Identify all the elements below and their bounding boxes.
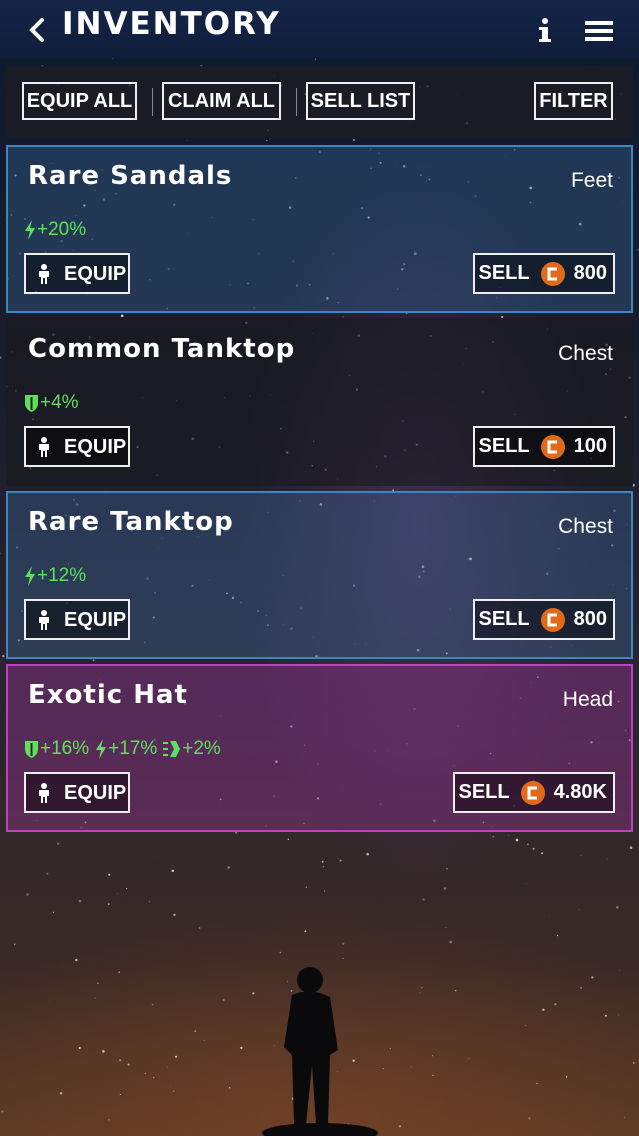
sell-price: 100 <box>573 435 607 457</box>
claim-all-button[interactable]: CLAIM ALL <box>162 82 281 120</box>
info-icon[interactable] <box>533 16 557 44</box>
person-icon <box>39 264 49 284</box>
energy-bolt-icon <box>96 739 107 759</box>
item-name: Rare Tanktop <box>28 507 234 537</box>
item-name: Rare Sandals <box>28 161 233 191</box>
app-header: INVENTORY <box>0 0 639 58</box>
sell-button[interactable]: SELL 800 <box>472 599 615 640</box>
coin-icon <box>540 261 565 286</box>
stat-armor: +4% <box>24 392 79 414</box>
shield-icon <box>25 740 38 758</box>
equip-all-button[interactable]: EQUIP ALL <box>22 82 137 120</box>
shield-icon <box>25 394 38 412</box>
coin-icon <box>520 780 545 805</box>
person-icon <box>39 437 49 457</box>
filter-button[interactable]: FILTER <box>534 82 613 120</box>
energy-bolt-icon <box>25 220 35 240</box>
person-icon <box>39 610 49 630</box>
speed-icon <box>163 741 181 757</box>
stat-speed: +2% <box>163 738 221 760</box>
item-stats: +20% <box>24 219 92 241</box>
sell-button[interactable]: SELL 800 <box>472 253 615 294</box>
inventory-item-card: Common Tanktop Chest +4% EQUIP SELL 100 <box>6 318 633 486</box>
inventory-toolbar: EQUIP ALL CLAIM ALL SELL LIST FILTER <box>6 66 633 138</box>
stat-energy: +12% <box>24 565 86 587</box>
page-title: INVENTORY <box>62 6 281 42</box>
sell-list-button[interactable]: SELL LIST <box>306 82 415 120</box>
item-stats: +12% <box>24 565 92 587</box>
inventory-item-card: Exotic Hat Head +16% +17% +2% EQUIP SELL… <box>6 664 633 832</box>
item-slot: Chest <box>558 515 613 538</box>
item-slot: Head <box>562 688 613 711</box>
inventory-item-card: Rare Sandals Feet +20% EQUIP SELL 800 <box>6 145 633 313</box>
stat-energy: +17% <box>95 738 157 760</box>
sell-button[interactable]: SELL 100 <box>472 426 615 467</box>
sell-price: 800 <box>573 262 607 284</box>
toolbar-divider <box>152 88 153 116</box>
item-name: Common Tanktop <box>28 334 296 364</box>
hamburger-menu-icon[interactable] <box>585 20 613 42</box>
item-slot: Feet <box>570 169 613 192</box>
toolbar-divider <box>296 88 297 116</box>
equip-button[interactable]: EQUIP <box>24 426 130 467</box>
item-stats: +4% <box>24 392 85 414</box>
equip-button[interactable]: EQUIP <box>24 599 130 640</box>
person-icon <box>39 783 49 803</box>
inventory-item-card: Rare Tanktop Chest +12% EQUIP SELL 800 <box>6 491 633 659</box>
stat-armor: +16% <box>24 738 89 760</box>
sell-button[interactable]: SELL 4.80K <box>452 772 615 813</box>
equip-button[interactable]: EQUIP <box>24 772 130 813</box>
equip-button[interactable]: EQUIP <box>24 253 130 294</box>
back-chevron-icon[interactable] <box>24 16 50 44</box>
energy-bolt-icon <box>25 566 35 586</box>
stat-energy: +20% <box>24 219 86 241</box>
item-slot: Chest <box>558 342 613 365</box>
item-stats: +16% +17% +2% <box>24 738 227 760</box>
coin-icon <box>540 434 565 459</box>
sell-price: 800 <box>573 608 607 630</box>
item-name: Exotic Hat <box>28 680 188 710</box>
coin-icon <box>540 607 565 632</box>
sell-price: 4.80K <box>553 781 607 803</box>
person-silhouette-image <box>262 967 378 1136</box>
